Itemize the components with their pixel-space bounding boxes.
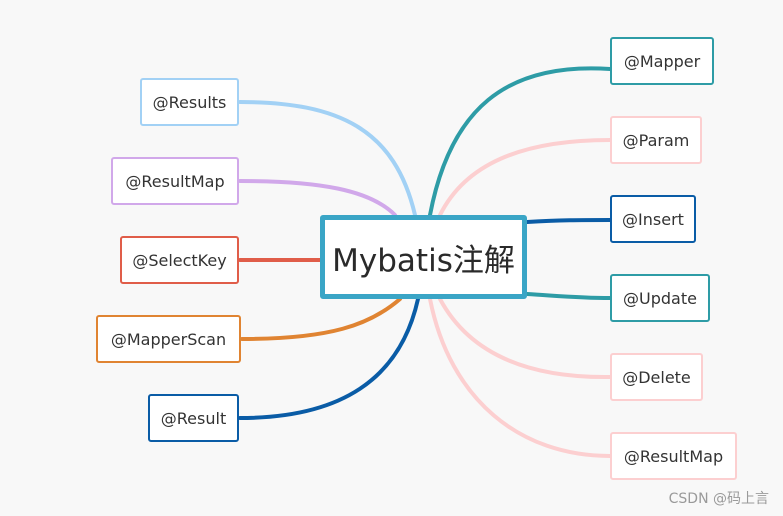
connector-update bbox=[525, 292, 612, 300]
node-param[interactable]: @Param bbox=[610, 116, 702, 164]
node-mapper[interactable]: @Mapper bbox=[610, 37, 714, 85]
node-selectkey[interactable]: @SelectKey bbox=[120, 236, 239, 284]
connector-insert bbox=[525, 218, 612, 224]
node-resultmap-left[interactable]: @ResultMap bbox=[111, 157, 239, 205]
connector-delete bbox=[438, 297, 612, 380]
watermark: CSDN @码上言 bbox=[668, 491, 769, 507]
central-topic[interactable]: Mybatis注解 bbox=[320, 215, 527, 299]
connector-resultmap-left bbox=[238, 179, 397, 217]
connector-param bbox=[438, 138, 612, 217]
node-mapperscan[interactable]: @MapperScan bbox=[96, 315, 241, 363]
connector-result bbox=[238, 297, 420, 420]
connector-mapperscan bbox=[240, 297, 402, 341]
node-result[interactable]: @Result bbox=[148, 394, 239, 442]
node-delete[interactable]: @Delete bbox=[610, 353, 703, 401]
node-resultmap-right[interactable]: @ResultMap bbox=[610, 432, 737, 480]
node-update[interactable]: @Update bbox=[610, 274, 710, 322]
node-results[interactable]: @Results bbox=[140, 78, 239, 126]
connector-results bbox=[238, 100, 417, 217]
node-insert[interactable]: @Insert bbox=[610, 195, 696, 243]
